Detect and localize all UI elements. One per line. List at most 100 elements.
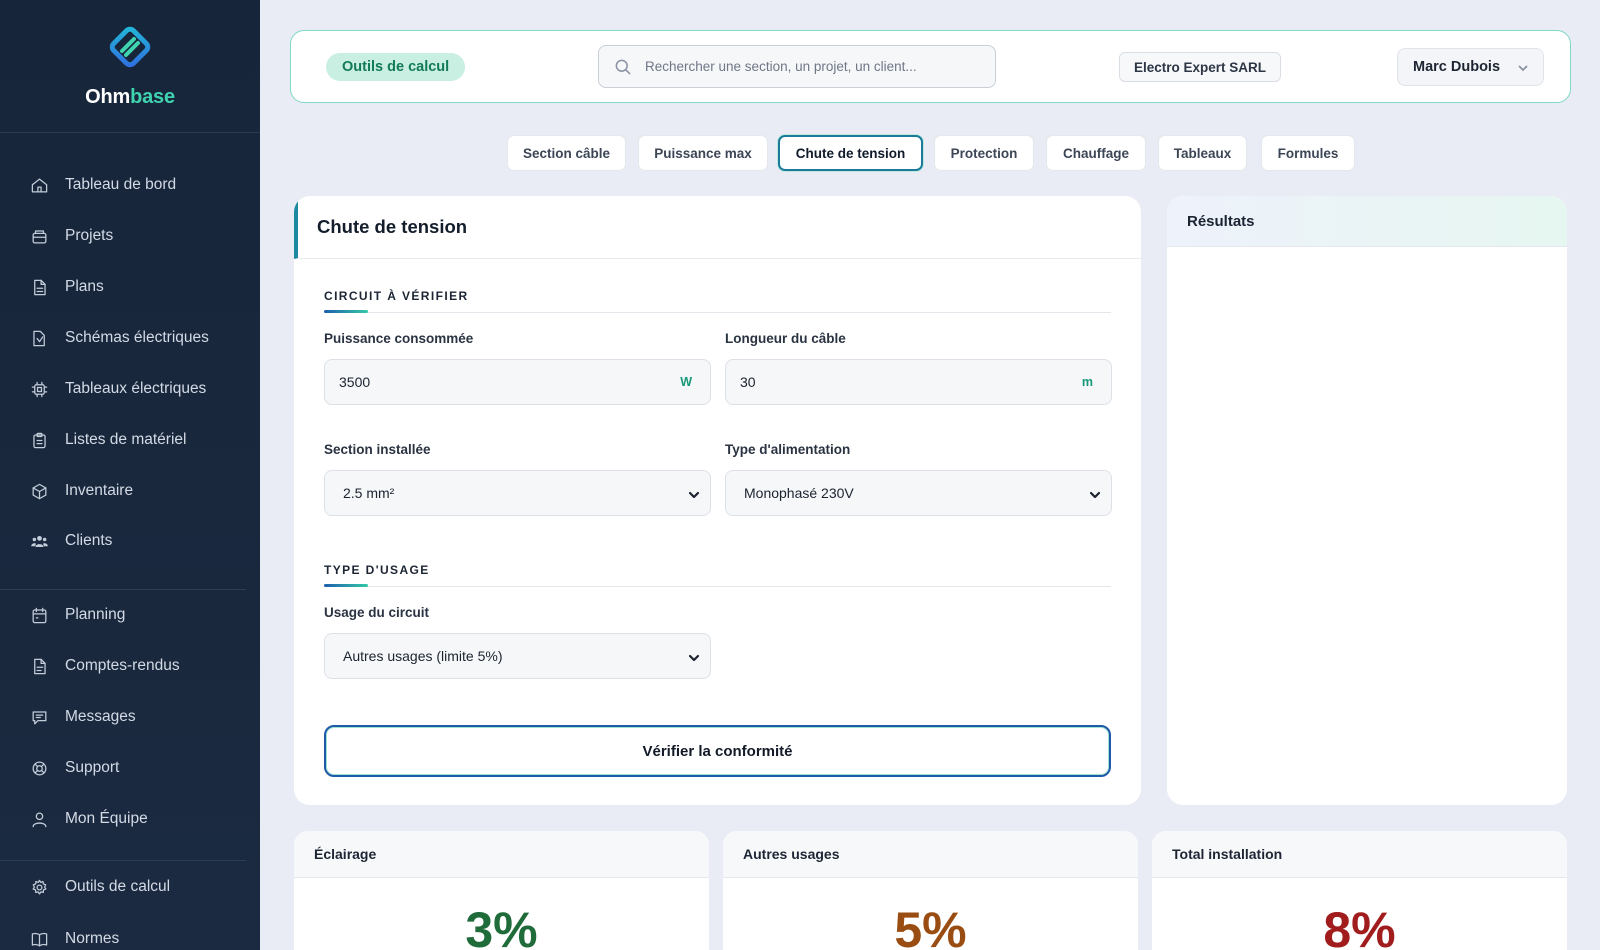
company-badge[interactable]: Electro Expert SARL xyxy=(1119,52,1282,82)
limit-card-total: Total installation 8% xyxy=(1152,831,1567,950)
tab-panels[interactable]: Tableaux xyxy=(1158,135,1247,171)
section-accent xyxy=(324,310,368,313)
section-accent xyxy=(324,584,368,587)
message-icon xyxy=(32,710,47,724)
sidebar-item-plans[interactable]: Plans xyxy=(30,272,104,302)
tab-formulas[interactable]: Formules xyxy=(1261,135,1355,171)
supply-type-select[interactable]: Monophasé 230V xyxy=(725,470,1112,516)
power-label: Puissance consommée xyxy=(324,331,474,346)
lifebuoy-icon xyxy=(32,761,47,775)
length-input[interactable]: 30 m xyxy=(725,359,1112,405)
sidebar-item-calc-tools[interactable]: Outils de calcul xyxy=(30,872,170,902)
tab-heating[interactable]: Chauffage xyxy=(1046,135,1146,171)
chevron-down-icon xyxy=(1089,488,1101,500)
voltage-drop-card: Chute de tension CIRCUIT À VÉRIFIER Puis… xyxy=(294,196,1141,805)
sidebar-item-schemas[interactable]: Schémas électriques xyxy=(30,323,209,353)
sidebar-item-label: Normes xyxy=(65,930,120,947)
brand-name: Ohmbase xyxy=(85,86,175,108)
report-icon xyxy=(34,658,46,674)
search-icon xyxy=(615,59,631,75)
folder-icon xyxy=(32,229,47,243)
usage-select-value: Autres usages (limite 5%) xyxy=(343,648,503,664)
sidebar-divider xyxy=(0,589,246,590)
usage-label: Usage du circuit xyxy=(324,605,430,620)
calendar-icon xyxy=(32,607,47,623)
sidebar-item-standards[interactable]: Normes xyxy=(30,924,119,950)
home-icon xyxy=(31,178,48,192)
sidebar-item-label: Inventaire xyxy=(65,482,134,499)
sidebar-divider xyxy=(0,860,246,861)
chevron-down-icon xyxy=(1517,62,1529,74)
top-bar: Outils de calcul Electro Expert SARL Mar… xyxy=(290,30,1571,103)
tab-section-cable[interactable]: Section câble xyxy=(507,135,626,171)
sidebar-item-label: Planning xyxy=(65,606,126,623)
sidebar-item-planning[interactable]: Planning xyxy=(30,600,125,630)
section-title-circuit: CIRCUIT À VÉRIFIER xyxy=(324,289,469,303)
section-select-value: 2.5 mm² xyxy=(343,485,395,501)
sidebar-item-label: Plans xyxy=(65,278,104,295)
limit-value: 8% xyxy=(1323,902,1396,950)
chevron-down-icon xyxy=(688,488,700,500)
sidebar-item-clients[interactable]: Clients xyxy=(30,526,112,556)
section-divider xyxy=(324,586,1111,587)
sidebar-item-label: Mon Équipe xyxy=(65,810,148,827)
sidebar-item-label: Projets xyxy=(65,227,114,244)
box-icon xyxy=(32,483,47,499)
tab-max-power[interactable]: Puissance max xyxy=(638,135,768,171)
document-icon xyxy=(34,279,46,295)
clipboard-icon xyxy=(33,432,46,448)
sidebar-item-label: Listes de matériel xyxy=(65,431,187,448)
length-value: 30 xyxy=(740,374,756,390)
schema-icon xyxy=(33,330,45,346)
user-menu[interactable]: Marc Dubois xyxy=(1397,48,1544,86)
gear-icon xyxy=(32,879,47,894)
sidebar-item-team[interactable]: Mon Équipe xyxy=(30,804,148,834)
card-title: Chute de tension xyxy=(294,196,1141,259)
logo[interactable]: Ohmbase xyxy=(0,0,260,133)
section-title-usage: TYPE D'USAGE xyxy=(324,563,430,577)
sidebar-item-messages[interactable]: Messages xyxy=(30,702,136,732)
usage-select[interactable]: Autres usages (limite 5%) xyxy=(324,633,711,679)
sidebar-item-label: Schémas électriques xyxy=(65,329,209,346)
power-input[interactable]: 3500 W xyxy=(324,359,711,405)
supply-select-value: Monophasé 230V xyxy=(744,485,854,501)
verify-compliance-button[interactable]: Vérifier la conformité xyxy=(324,725,1111,777)
length-label: Longueur du câble xyxy=(725,331,846,346)
sidebar-item-inventory[interactable]: Inventaire xyxy=(30,476,133,506)
search-box[interactable] xyxy=(598,45,996,88)
tab-protection[interactable]: Protection xyxy=(934,135,1034,171)
sidebar-item-label: Outils de calcul xyxy=(65,878,171,895)
supply-type-label: Type d'alimentation xyxy=(725,442,851,457)
sidebar-item-dashboard[interactable]: Tableau de bord xyxy=(30,170,176,200)
chip-icon xyxy=(31,381,48,397)
limit-card-title: Total installation xyxy=(1152,831,1567,878)
limit-value: 3% xyxy=(465,902,538,950)
sidebar-item-projects[interactable]: Projets xyxy=(30,221,113,251)
book-icon xyxy=(31,932,48,946)
section-select[interactable]: 2.5 mm² xyxy=(324,470,711,516)
sidebar-item-label: Comptes-rendus xyxy=(65,657,180,674)
sidebar-item-label: Tableaux électriques xyxy=(65,380,207,397)
team-icon xyxy=(32,812,47,827)
section-divider xyxy=(324,312,1111,313)
user-name: Marc Dubois xyxy=(1413,59,1501,75)
power-unit: W xyxy=(680,375,692,389)
limit-card-other-uses: Autres usages 5% xyxy=(723,831,1138,950)
limit-card-title: Autres usages xyxy=(723,831,1138,878)
search-input[interactable] xyxy=(645,59,975,74)
sidebar-item-support[interactable]: Support xyxy=(30,753,119,783)
users-icon xyxy=(31,535,48,547)
limit-card-lighting: Éclairage 3% xyxy=(294,831,709,950)
sidebar-item-label: Tableau de bord xyxy=(65,176,177,193)
sidebar-item-material-lists[interactable]: Listes de matériel xyxy=(30,425,186,455)
sidebar-item-label: Clients xyxy=(65,532,113,549)
section-installed-label: Section installée xyxy=(324,442,431,457)
section-pill[interactable]: Outils de calcul xyxy=(326,53,466,81)
logo-mark-icon xyxy=(109,26,151,68)
results-card: Résultats xyxy=(1167,196,1567,805)
tab-voltage-drop[interactable]: Chute de tension xyxy=(778,135,923,171)
sidebar-item-label: Messages xyxy=(65,708,136,725)
sidebar-item-panels[interactable]: Tableaux électriques xyxy=(30,374,206,404)
sidebar-item-reports[interactable]: Comptes-rendus xyxy=(30,651,180,681)
power-value: 3500 xyxy=(339,374,371,390)
